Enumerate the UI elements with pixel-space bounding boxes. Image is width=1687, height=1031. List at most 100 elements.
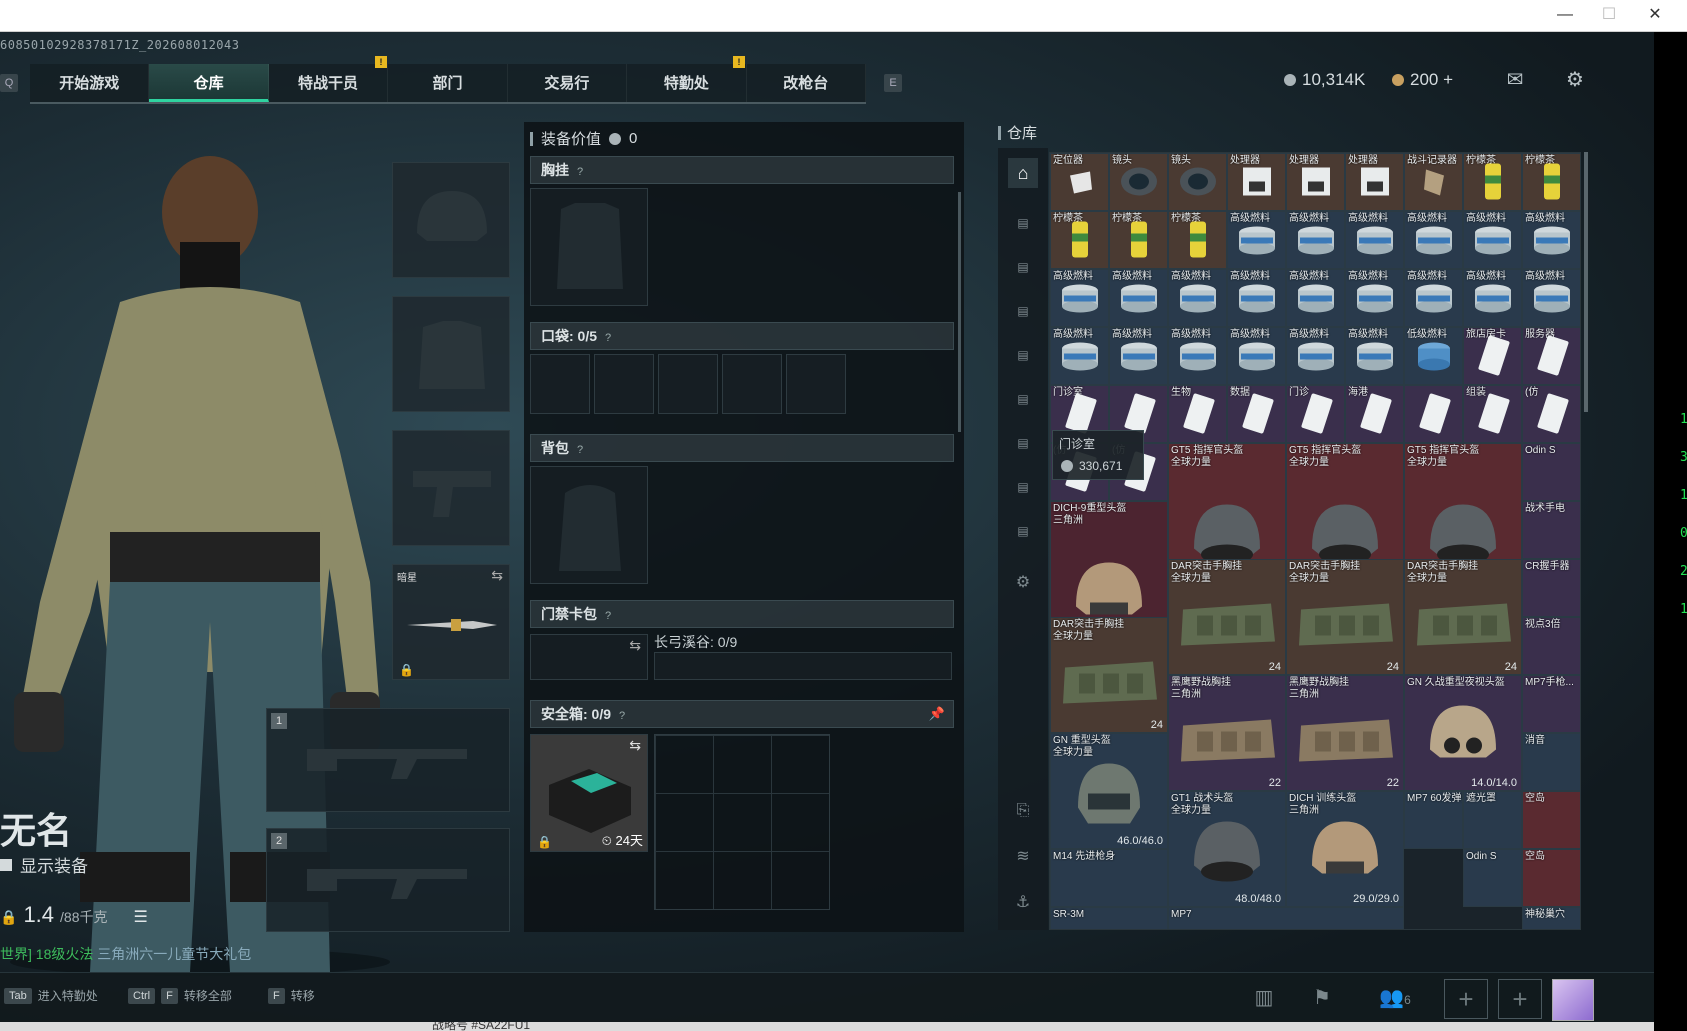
warehouse-item[interactable]: 柠檬茶: [1463, 153, 1522, 211]
warehouse-item[interactable]: 神秘巢穴: [1522, 907, 1580, 929]
backpack-slot[interactable]: [530, 466, 648, 584]
warehouse-item[interactable]: [1404, 385, 1463, 443]
warehouse-item[interactable]: (仿: [1522, 385, 1580, 443]
warehouse-item[interactable]: 服务器: [1522, 327, 1580, 385]
pocket-slot[interactable]: [658, 354, 718, 414]
safebox-slot[interactable]: ⇆ 🔒 ⏲ 24天: [530, 734, 648, 852]
warehouse-item[interactable]: 高级燃料: [1404, 211, 1463, 269]
player-avatar[interactable]: [1552, 979, 1594, 1021]
warehouse-item[interactable]: 高级燃料: [1227, 327, 1286, 385]
list-icon[interactable]: ☰: [134, 907, 148, 927]
warehouse-item[interactable]: 低级燃料: [1404, 327, 1463, 385]
nav-tab[interactable]: 仓库: [149, 64, 269, 102]
warehouse-item[interactable]: 镜头: [1168, 153, 1227, 211]
warehouse-item[interactable]: Odin S: [1522, 443, 1580, 501]
warehouse-item[interactable]: 高级燃料: [1286, 269, 1345, 327]
warehouse-item[interactable]: 柠檬茶: [1109, 211, 1168, 269]
warehouse-item[interactable]: 空岛: [1522, 791, 1580, 849]
warehouse-item[interactable]: 高级燃料: [1109, 269, 1168, 327]
warehouse-settings-icon[interactable]: ⚙: [1008, 568, 1038, 598]
warehouse-item[interactable]: 高级燃料: [1050, 269, 1109, 327]
warehouse-item[interactable]: 高级燃料: [1050, 327, 1109, 385]
warehouse-item[interactable]: GT1 战术头盔 全球力量 48.0/48.0: [1168, 791, 1286, 907]
warehouse-item[interactable]: 高级燃料: [1404, 269, 1463, 327]
warehouse-item[interactable]: 高级燃料: [1345, 211, 1404, 269]
warehouse-item[interactable]: 处理器: [1227, 153, 1286, 211]
warehouse-item[interactable]: MP7: [1168, 907, 1404, 929]
pocket-slot[interactable]: [722, 354, 782, 414]
warehouse-item[interactable]: DAR突击手胸挂 全球力量 24: [1050, 617, 1168, 733]
stats-icon[interactable]: ▥: [1244, 981, 1284, 1015]
warehouse-tab-icon[interactable]: ▤: [1008, 472, 1038, 502]
warehouse-item[interactable]: MP7 60发弹鼓: [1404, 791, 1463, 849]
warehouse-item[interactable]: 高级燃料: [1522, 211, 1580, 269]
warehouse-item[interactable]: 高级燃料: [1286, 211, 1345, 269]
warehouse-item[interactable]: 视点3倍: [1522, 617, 1580, 675]
help-icon[interactable]: ?: [605, 610, 611, 622]
warehouse-item[interactable]: 柠檬茶: [1168, 211, 1227, 269]
warehouse-item[interactable]: 柠檬茶: [1522, 153, 1580, 211]
pin-icon[interactable]: 📌: [929, 701, 945, 727]
primary-weapon-slot-1[interactable]: 1: [266, 708, 510, 812]
close-button[interactable]: ✕: [1638, 4, 1672, 26]
warehouse-item[interactable]: 消音: [1522, 733, 1580, 791]
warehouse-item[interactable]: 高级燃料: [1286, 327, 1345, 385]
warehouse-item[interactable]: 镜头: [1109, 153, 1168, 211]
warehouse-scrollbar[interactable]: [1584, 152, 1588, 412]
nav-tab[interactable]: 部门: [388, 64, 508, 102]
help-icon[interactable]: ?: [605, 332, 611, 344]
swap-icon[interactable]: ⇆: [629, 637, 641, 654]
world-chat-line[interactable]: 世界] 18级火法 三角洲六一儿童节大礼包: [0, 944, 251, 964]
warehouse-item[interactable]: Odin S: [1463, 849, 1522, 907]
warehouse-item[interactable]: 战术手电: [1522, 501, 1580, 559]
nav-tab[interactable]: 特战干员: [269, 64, 389, 102]
warehouse-item[interactable]: 战斗记录器: [1404, 153, 1463, 211]
warehouse-tab-icon[interactable]: ▤: [1008, 516, 1038, 546]
helmet-slot[interactable]: [392, 162, 510, 278]
layers-icon[interactable]: ≋: [1008, 842, 1038, 872]
warehouse-item[interactable]: 柠檬茶: [1050, 211, 1109, 269]
organize-icon[interactable]: ⚓: [1008, 888, 1038, 918]
swap-icon[interactable]: ⇆: [491, 567, 503, 584]
warehouse-tab-icon[interactable]: ▤: [1008, 208, 1038, 238]
warehouse-item[interactable]: 高级燃料: [1522, 269, 1580, 327]
warehouse-item[interactable]: 高级燃料: [1227, 211, 1286, 269]
keycard-case-slot[interactable]: ⇆: [530, 634, 648, 680]
warehouse-item[interactable]: 处理器: [1286, 153, 1345, 211]
primary-weapon-slot-2[interactable]: 2: [266, 828, 510, 932]
hafcoin-balance[interactable]: 10,314K: [1284, 70, 1365, 90]
warehouse-item[interactable]: 生物: [1168, 385, 1227, 443]
warehouse-item[interactable]: 高级燃料: [1109, 327, 1168, 385]
help-icon[interactable]: ?: [577, 444, 583, 456]
friends-icon[interactable]: 👥6: [1370, 981, 1420, 1015]
warehouse-item[interactable]: 高级燃料: [1345, 327, 1404, 385]
warehouse-item[interactable]: MP7手枪...: [1522, 675, 1580, 733]
minimize-button[interactable]: —: [1548, 4, 1582, 26]
nav-next-key[interactable]: E: [884, 74, 902, 92]
mail-icon[interactable]: ✉: [1502, 68, 1528, 92]
warehouse-item[interactable]: 处理器: [1345, 153, 1404, 211]
warehouse-item[interactable]: 组装: [1463, 385, 1522, 443]
warehouse-item[interactable]: 黑鹰野战胸挂 三角洲 22: [1168, 675, 1286, 791]
help-icon[interactable]: ?: [619, 710, 625, 722]
warehouse-tab-icon[interactable]: ▤: [1008, 340, 1038, 370]
warehouse-item[interactable]: GN 重型头盔 全球力量 46.0/46.0: [1050, 733, 1168, 849]
sidearm-slot[interactable]: [392, 430, 510, 546]
warehouse-home-icon[interactable]: ⌂: [1008, 158, 1038, 188]
show-equipment-toggle[interactable]: 显示装备: [0, 852, 88, 877]
warehouse-item[interactable]: 高级燃料: [1227, 269, 1286, 327]
warehouse-item[interactable]: DAR突击手胸挂 全球力量 24: [1168, 559, 1286, 675]
melee-slot[interactable]: 暗星 ⇆ 🔒: [392, 564, 510, 680]
chest-rig-slot[interactable]: [530, 188, 648, 306]
armor-slot[interactable]: [392, 296, 510, 412]
warehouse-item[interactable]: DICH 训练头盔 三角洲 29.0/29.0: [1286, 791, 1404, 907]
pocket-slot[interactable]: [530, 354, 590, 414]
warehouse-item[interactable]: 海港: [1345, 385, 1404, 443]
nav-tab[interactable]: 特勤处: [627, 64, 747, 102]
warehouse-tab-icon[interactable]: ▤: [1008, 428, 1038, 458]
invite-slot-button[interactable]: +: [1444, 979, 1488, 1019]
help-icon[interactable]: ?: [577, 166, 583, 178]
flag-icon[interactable]: ⚑: [1302, 981, 1342, 1015]
maximize-button[interactable]: ☐: [1592, 4, 1626, 26]
nav-tab[interactable]: 交易行: [508, 64, 628, 102]
